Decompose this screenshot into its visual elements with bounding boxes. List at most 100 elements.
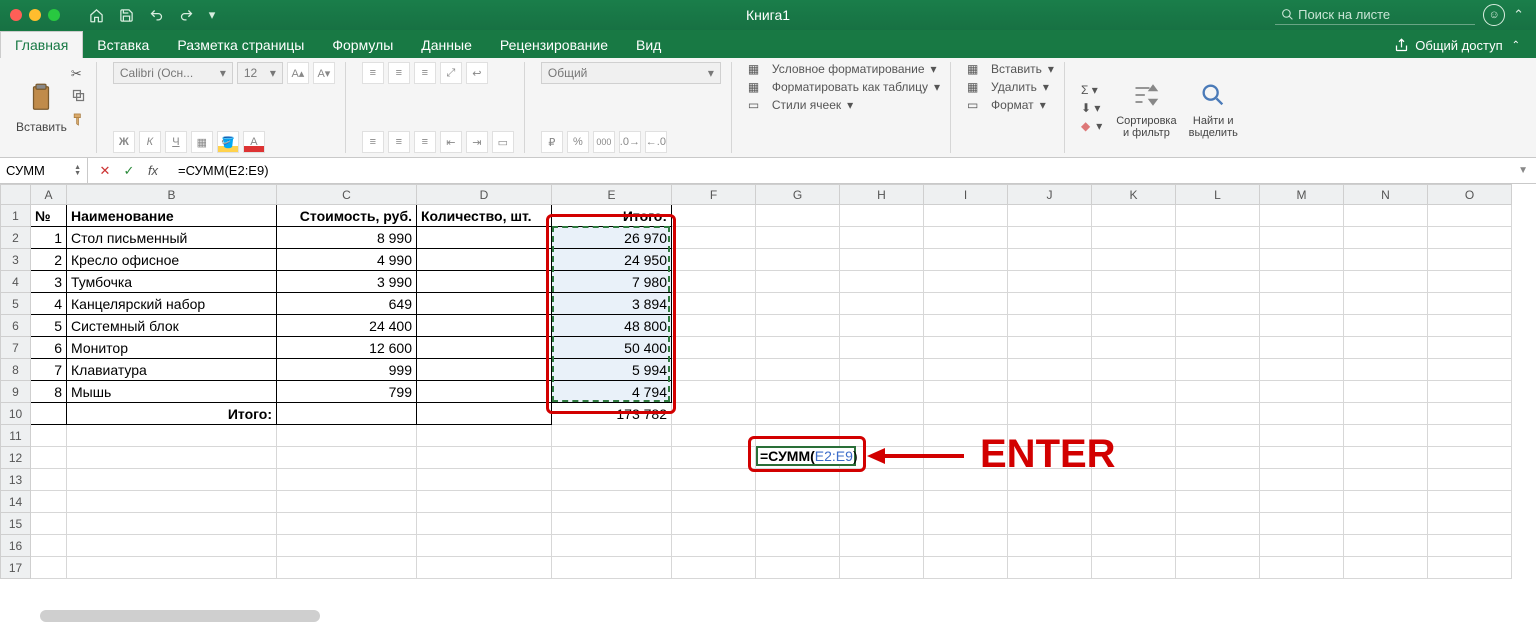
cell[interactable] <box>1260 469 1344 491</box>
row-header[interactable]: 11 <box>1 425 31 447</box>
cell[interactable] <box>417 359 552 381</box>
font-name-select[interactable]: Calibri (Осн...▾ <box>113 62 233 84</box>
cell[interactable] <box>1092 403 1176 425</box>
cell[interactable]: 6 <box>31 337 67 359</box>
row-header[interactable]: 6 <box>1 315 31 337</box>
formula-input[interactable]: =СУММ(E2:E9) <box>170 163 1510 178</box>
cell[interactable] <box>31 557 67 579</box>
cell[interactable] <box>840 249 924 271</box>
cell[interactable] <box>672 425 756 447</box>
row-header[interactable]: 8 <box>1 359 31 381</box>
cell[interactable] <box>924 359 1008 381</box>
cell[interactable] <box>1344 381 1428 403</box>
cell[interactable] <box>31 469 67 491</box>
cell[interactable] <box>31 491 67 513</box>
cell[interactable] <box>840 425 924 447</box>
cell[interactable]: 173 782 <box>552 403 672 425</box>
cell[interactable] <box>1176 403 1260 425</box>
cell[interactable] <box>672 315 756 337</box>
cell[interactable] <box>1260 293 1344 315</box>
cell[interactable] <box>672 293 756 315</box>
qat-more-icon[interactable]: ▾ <box>205 4 219 26</box>
cell[interactable]: 5 <box>31 315 67 337</box>
cell[interactable] <box>1344 337 1428 359</box>
col-header[interactable]: C <box>277 185 417 205</box>
align-left-icon[interactable]: ≡ <box>362 131 384 153</box>
merge-icon[interactable]: ▭ <box>492 131 514 153</box>
cell[interactable] <box>1260 381 1344 403</box>
cell[interactable] <box>417 315 552 337</box>
cell[interactable] <box>277 447 417 469</box>
italic-button[interactable]: К <box>139 131 161 153</box>
cell[interactable] <box>1428 381 1512 403</box>
col-header[interactable]: B <box>67 185 277 205</box>
cell[interactable] <box>1344 469 1428 491</box>
cell[interactable] <box>1008 535 1092 557</box>
cell[interactable] <box>31 535 67 557</box>
cell[interactable] <box>1008 403 1092 425</box>
horizontal-scrollbar[interactable] <box>40 610 320 622</box>
cell[interactable] <box>1260 535 1344 557</box>
row-header[interactable]: 4 <box>1 271 31 293</box>
cell[interactable] <box>756 513 840 535</box>
cell[interactable] <box>672 205 756 227</box>
cell[interactable] <box>417 513 552 535</box>
cell[interactable] <box>1428 513 1512 535</box>
cell[interactable] <box>277 425 417 447</box>
sheet-search[interactable]: Поиск на листе <box>1275 5 1475 25</box>
cell[interactable]: 3 990 <box>277 271 417 293</box>
cell[interactable] <box>840 205 924 227</box>
number-format-select[interactable]: Общий▾ <box>541 62 721 84</box>
clear-icon[interactable]: ◆ ▾ <box>1081 119 1102 133</box>
cell[interactable] <box>417 381 552 403</box>
feedback-icon[interactable]: ☺ <box>1483 4 1505 26</box>
col-header[interactable]: L <box>1176 185 1260 205</box>
cell[interactable]: Клавиатура <box>67 359 277 381</box>
cell[interactable] <box>756 381 840 403</box>
cell[interactable] <box>840 557 924 579</box>
undo-icon[interactable] <box>145 4 167 26</box>
row-header[interactable]: 13 <box>1 469 31 491</box>
cell[interactable] <box>1260 513 1344 535</box>
cell[interactable] <box>1260 337 1344 359</box>
cell[interactable] <box>67 491 277 513</box>
cell[interactable] <box>277 403 417 425</box>
redo-icon[interactable] <box>175 4 197 26</box>
cell[interactable] <box>1260 425 1344 447</box>
cell[interactable] <box>1344 425 1428 447</box>
wrap-text-icon[interactable]: ↩ <box>466 62 488 84</box>
cell[interactable]: Стоимость, руб. <box>277 205 417 227</box>
sort-filter-button[interactable]: Сортировка и фильтр <box>1110 75 1182 141</box>
cell[interactable] <box>1344 513 1428 535</box>
cell[interactable] <box>1092 513 1176 535</box>
cell[interactable] <box>31 425 67 447</box>
cell[interactable] <box>552 469 672 491</box>
cell[interactable] <box>756 491 840 513</box>
cell[interactable] <box>1176 447 1260 469</box>
cell[interactable]: Наименование <box>67 205 277 227</box>
cell[interactable]: 2 <box>31 249 67 271</box>
insert-cells-button[interactable]: ▦Вставить▾ <box>967 62 1054 76</box>
conditional-formatting-button[interactable]: ▦Условное форматирование▾ <box>748 62 940 76</box>
cell[interactable]: 7 980 <box>552 271 672 293</box>
cell[interactable]: Тумбочка <box>67 271 277 293</box>
cell[interactable] <box>924 381 1008 403</box>
cell[interactable] <box>756 359 840 381</box>
cell[interactable] <box>417 337 552 359</box>
cell[interactable] <box>840 469 924 491</box>
cell[interactable]: 26 970 <box>552 227 672 249</box>
cell[interactable] <box>1344 491 1428 513</box>
cell[interactable] <box>417 491 552 513</box>
cell[interactable] <box>672 337 756 359</box>
name-box-stepper-icon[interactable]: ▲▼ <box>74 165 81 177</box>
cell[interactable]: Итого: <box>67 403 277 425</box>
tab-formulas[interactable]: Формулы <box>318 32 407 58</box>
cell[interactable] <box>31 447 67 469</box>
cell[interactable] <box>1008 381 1092 403</box>
cell[interactable]: 1 <box>31 227 67 249</box>
cell[interactable] <box>1092 249 1176 271</box>
cell[interactable] <box>924 513 1008 535</box>
cell[interactable] <box>417 293 552 315</box>
cell[interactable] <box>1344 359 1428 381</box>
decrease-decimal-icon[interactable]: ←.0 <box>645 131 667 153</box>
